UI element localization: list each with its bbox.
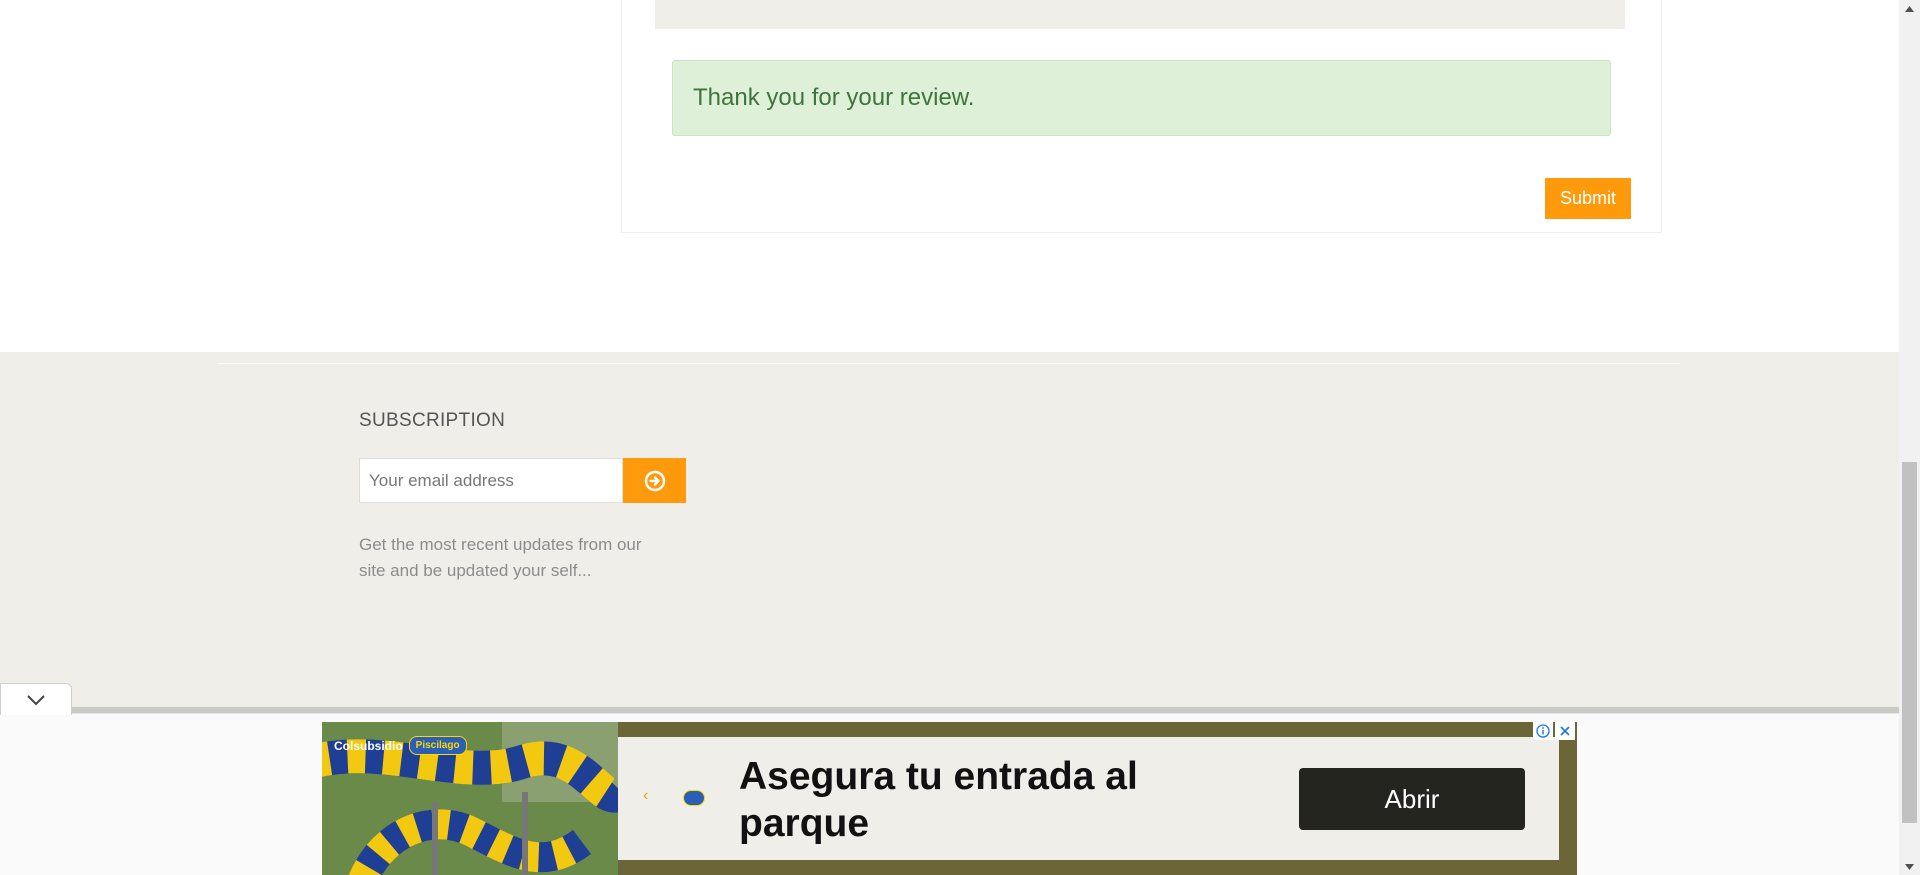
ad-image-waterslide[interactable]: Colsubsidio Piscilago — [322, 722, 618, 875]
email-input[interactable] — [359, 458, 623, 503]
ad-brand-text: Colsubsidio — [334, 738, 403, 753]
info-icon — [1536, 724, 1550, 738]
chevron-left-icon[interactable]: ‹ — [643, 787, 648, 805]
submit-button[interactable]: Submit — [1545, 178, 1631, 219]
close-icon — [1560, 726, 1570, 736]
ad-controls — [1533, 722, 1575, 740]
footer: SUBSCRIPTION Get the most recent updates… — [0, 352, 1899, 710]
chevron-down-icon — [27, 694, 45, 705]
subscription-description: Get the most recent updates from our sit… — [359, 535, 642, 580]
ad-close-icon[interactable] — [1555, 722, 1575, 740]
ad-headline[interactable]: Asegura tu entrada al parque — [739, 753, 1169, 847]
ad-info-icon[interactable] — [1533, 722, 1553, 740]
ad-brand-badge: Piscilago — [408, 736, 467, 755]
review-form-strip — [655, 0, 1625, 29]
ad-banner[interactable]: Colsubsidio Piscilago ‹ Asegura tu entra… — [322, 722, 1577, 875]
review-success-message: Thank you for your review. — [693, 84, 975, 111]
ad-mini-logo-icon — [683, 790, 705, 806]
review-form-panel: Thank you for your review. Submit — [621, 0, 1662, 233]
page-scrollbar[interactable] — [1899, 0, 1920, 875]
footer-divider — [218, 363, 1680, 364]
ad-open-button[interactable]: Abrir — [1299, 768, 1525, 830]
scroll-down-arrow-icon[interactable] — [1899, 858, 1920, 875]
scrollbar-thumb[interactable] — [1902, 462, 1917, 823]
review-success-alert: Thank you for your review. — [672, 60, 1611, 136]
scroll-up-arrow-icon[interactable] — [1899, 0, 1920, 17]
arrow-circle-right-icon — [644, 470, 665, 491]
subscription-title: SUBSCRIPTION — [359, 410, 506, 431]
ad-card[interactable]: ‹ Asegura tu entrada al parque Abrir — [618, 737, 1559, 860]
ad-collapse-toggle[interactable] — [0, 683, 72, 715]
ad-brand-logo: Colsubsidio Piscilago — [334, 736, 467, 755]
subscribe-button[interactable] — [623, 458, 686, 503]
